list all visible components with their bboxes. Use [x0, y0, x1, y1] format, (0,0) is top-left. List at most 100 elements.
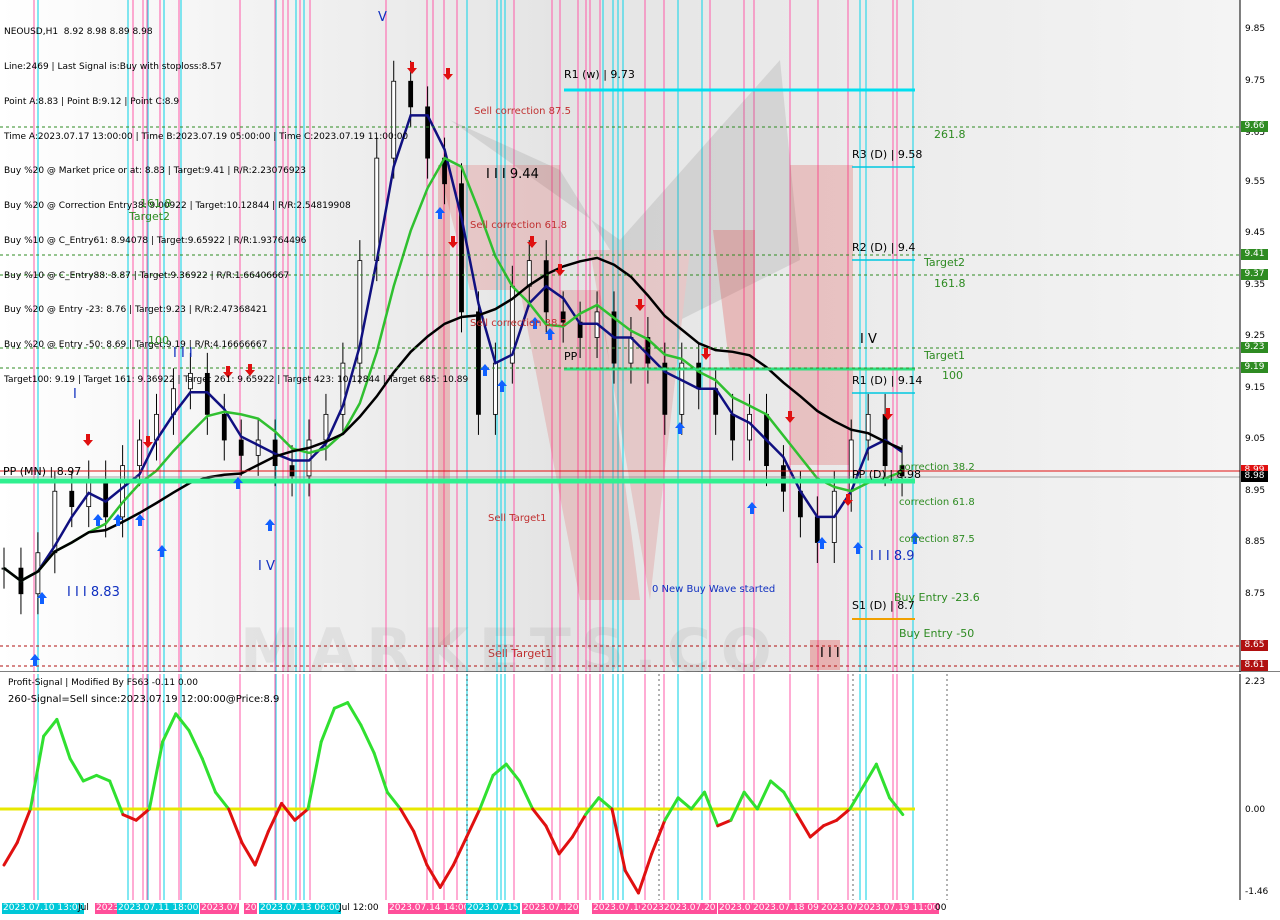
info-line: Time A:2023.07.17 13:00:00 | Time B:2023… — [4, 131, 409, 142]
fib-label: 161.8 — [934, 277, 966, 290]
info-line: Line:2469 | Last Signal is:Buy with stop… — [4, 61, 222, 72]
entry-label: Buy Entry -50 — [899, 627, 975, 640]
sell-correction-382: Sell correction 38.2 — [470, 318, 567, 329]
target-label: Target1 — [924, 349, 966, 362]
candle-body — [137, 439, 142, 467]
price-axis-label: 9.35 — [1245, 280, 1266, 290]
candle-body — [238, 439, 244, 456]
info-line: Buy %10 @ C_Entry61: 8.94078 | Target:9.… — [4, 235, 307, 246]
price-tag: 9.41 — [1241, 249, 1268, 260]
candle-body — [628, 337, 634, 364]
wave-label: I — [73, 387, 77, 402]
target-label: Target2 — [924, 256, 966, 269]
time-label: 20 — [566, 903, 580, 914]
time-label: Jul — [78, 903, 89, 913]
wave-label: I I I — [820, 646, 840, 661]
watermark-text: MARKETS.CO — [240, 616, 782, 686]
price-axis-label: 9.75 — [1245, 76, 1266, 86]
price-axis-label: 8.95 — [1245, 486, 1266, 496]
time-label: 2023.07 — [200, 903, 240, 914]
candle-body — [120, 465, 126, 518]
r3d-label: R3 (D) | 9.58 — [852, 148, 923, 161]
fib-label: 261.8 — [934, 128, 966, 141]
time-label: 2023 — [640, 903, 665, 914]
sell-correction-618: Sell correction 61.8 — [470, 220, 567, 231]
time-label: 2023.07 — [820, 903, 860, 914]
wave-label: I V — [860, 332, 877, 347]
time-label: Jul 12:00 — [339, 903, 379, 913]
price-axis-label: 8.75 — [1245, 589, 1266, 599]
candle-body — [69, 490, 75, 508]
info-line: Buy %20 @ Market price or at: 8.83 | Tar… — [4, 166, 307, 177]
time-label: 2023.07.19 11:00 — [857, 903, 940, 914]
fib-label: 100 — [148, 334, 169, 347]
oscillator-signal-text: 260-Signal=Sell since:2023.07.19 12:00:0… — [8, 694, 280, 705]
price-axis-label: 8.85 — [1245, 537, 1266, 547]
r2d-label: R2 (D) | 9.4 — [852, 241, 916, 254]
time-label: 2023.07.18 09: — [752, 903, 823, 914]
info-line: Point A:8.83 | Point B:9.12 | Point C:8.… — [4, 96, 180, 107]
r1w-label: R1 (w) | 9.73 — [564, 68, 635, 81]
candle-body — [526, 260, 532, 287]
time-label: 2023.07.15 — [466, 903, 520, 914]
fib-label: 161.8 — [140, 197, 172, 210]
candle-body — [747, 413, 752, 441]
osc-axis-label: 0.00 — [1245, 805, 1266, 815]
r1d-label: R1 (D) | 9.14 — [852, 374, 923, 387]
candle-body — [323, 413, 329, 441]
wave-label: I I I 9.44 — [486, 167, 539, 182]
pp-label: PP — [564, 350, 578, 363]
price-axis-label: 9.55 — [1245, 177, 1266, 187]
candle-body — [814, 516, 820, 543]
candle-body — [781, 465, 786, 492]
sell-correction-875: Sell correction 87.5 — [474, 106, 571, 117]
wave-label: I I I 8.9 — [870, 549, 915, 564]
candle-body — [492, 362, 498, 415]
time-label: 20 — [244, 903, 258, 914]
price-tag: 8.61 — [1241, 660, 1268, 671]
correction-label: correction 61.8 — [899, 497, 975, 508]
sell-zone — [790, 165, 853, 465]
new-buy-wave-label: 0 New Buy Wave started — [652, 584, 776, 595]
time-label: 2023.07.10 13:00 — [2, 903, 85, 914]
time-label: 2023.07.11 18:00 — [117, 903, 200, 914]
price-axis-label: 9.45 — [1245, 228, 1266, 238]
info-line: Buy %20 @ Correction Entry38: 9.00922 | … — [4, 201, 351, 212]
osc-axis-label: -1.46 — [1245, 887, 1269, 897]
wave-label: V — [378, 10, 387, 25]
fib-label: 100 — [942, 369, 963, 382]
time-label: 2023.07.13 06:00 — [259, 903, 342, 914]
time-label: 2023.07.14 14:00 — [388, 903, 471, 914]
candle-body — [221, 413, 227, 441]
wave-label: I I I — [173, 346, 193, 361]
price-axis-label: 9.85 — [1245, 24, 1266, 34]
wave-label: I V — [258, 559, 275, 574]
candle-body — [696, 362, 702, 390]
candle-body — [255, 439, 261, 456]
candle-body — [730, 413, 736, 441]
price-tag: 8.65 — [1241, 640, 1268, 651]
time-label: 2023.07.16 — [592, 903, 646, 914]
symbol-header: NEOUSD,H1 8.92 8.98 8.89 8.98 — [4, 27, 153, 38]
info-line: Buy %20 @ Entry -23: 8.76 | Target:9.23 … — [4, 305, 268, 316]
target-label: Target2 — [129, 210, 171, 223]
current-price-tag: 8.98 — [1241, 471, 1268, 482]
correction-label: correction 87.5 — [899, 534, 975, 545]
price-tag: 9.66 — [1241, 121, 1268, 132]
info-line: Buy %20 @ Entry -50: 8.69 | Target:9.19 … — [4, 340, 268, 351]
candle-body — [679, 362, 685, 415]
ppmn-label: PP (MN) | 8.97 — [3, 465, 82, 478]
price-axis-label: 9.25 — [1245, 331, 1266, 341]
info-line: Buy %10 @ C_Entry88: 8.87 | Target:9.369… — [4, 270, 290, 281]
wave-label: I I I 8.83 — [67, 585, 120, 600]
candle-body — [848, 439, 854, 492]
sell-target1: Sell Target1 — [488, 513, 547, 524]
price-tag: 9.19 — [1241, 362, 1268, 373]
oscillator-panel[interactable] — [0, 674, 1280, 900]
time-label: 00 — [935, 903, 947, 913]
time-label: 2023.07.20 — [663, 903, 717, 914]
price-tag: 9.37 — [1241, 269, 1268, 280]
entry-label: Buy Entry -23.6 — [894, 591, 980, 604]
price-axis-label: 9.15 — [1245, 383, 1266, 393]
price-tag: 9.23 — [1241, 342, 1268, 353]
